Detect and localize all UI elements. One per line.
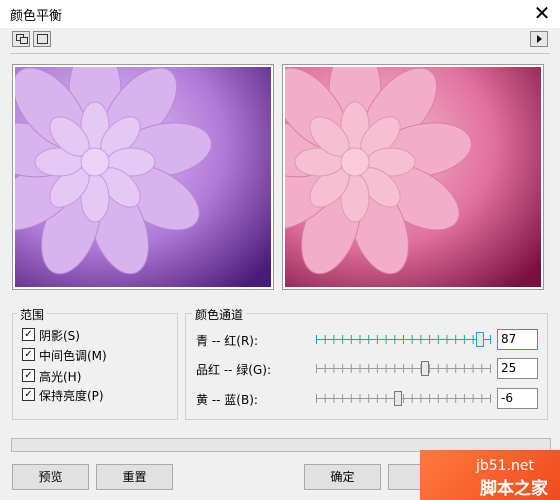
dual-preview-icon[interactable] <box>12 31 30 47</box>
cyan-red-ticks <box>316 335 491 344</box>
magenta-green-ticks <box>316 364 491 373</box>
expand-arrow-icon[interactable] <box>530 31 548 47</box>
yellow-blue-label: 黄 -- 蓝(B): <box>196 393 258 407</box>
magenta-green-input[interactable]: 25 <box>497 358 538 379</box>
color-channels-group: 颜色通道 青 -- 红(R): 87 品红 -- 绿(G): 25 黄 -- 蓝… <box>185 306 548 420</box>
cyan-red-input[interactable]: 87 <box>497 329 538 350</box>
color-channels-label: 颜色通道 <box>192 306 247 323</box>
title-bar: 颜色平衡 ✕ <box>0 0 560 28</box>
magenta-green-row: 品红 -- 绿(G): 25 <box>196 358 538 380</box>
single-preview-icon[interactable] <box>33 31 51 47</box>
check-icon: ✓ <box>22 388 35 401</box>
magenta-green-label: 品红 -- 绿(G): <box>196 363 271 377</box>
magenta-green-slider-thumb[interactable] <box>421 361 430 376</box>
yellow-blue-input[interactable]: -6 <box>497 388 538 409</box>
check-icon: ✓ <box>22 369 35 382</box>
yellow-blue-slider-thumb[interactable] <box>394 391 403 406</box>
result-preview <box>282 64 544 290</box>
cyan-red-label: 青 -- 红(R): <box>196 334 259 348</box>
range-group: 范围 ✓ 阴影(S) ✓ 中间色调(M) ✓ 高光(H) ✓ 保持亮度(P) <box>12 306 178 420</box>
yellow-blue-ticks <box>316 394 491 403</box>
toolbar-divider <box>10 53 550 54</box>
watermark-url: jb51.net <box>476 458 535 474</box>
check-icon: ✓ <box>22 348 35 361</box>
cyan-red-slider-thumb[interactable] <box>475 332 484 347</box>
window-title: 颜色平衡 <box>10 9 63 24</box>
watermark-name: 脚本之家 <box>480 479 548 499</box>
cyan-red-row: 青 -- 红(R): 87 <box>196 329 538 351</box>
preview-button[interactable]: 预览 <box>12 464 89 490</box>
close-icon[interactable]: ✕ <box>528 0 556 26</box>
ok-button[interactable]: 确定 <box>304 464 381 490</box>
range-label: 范围 <box>17 306 48 323</box>
check-icon: ✓ <box>22 328 35 341</box>
original-preview <box>12 64 274 290</box>
reset-button[interactable]: 重置 <box>96 464 173 490</box>
yellow-blue-row: 黄 -- 蓝(B): -6 <box>196 388 538 410</box>
